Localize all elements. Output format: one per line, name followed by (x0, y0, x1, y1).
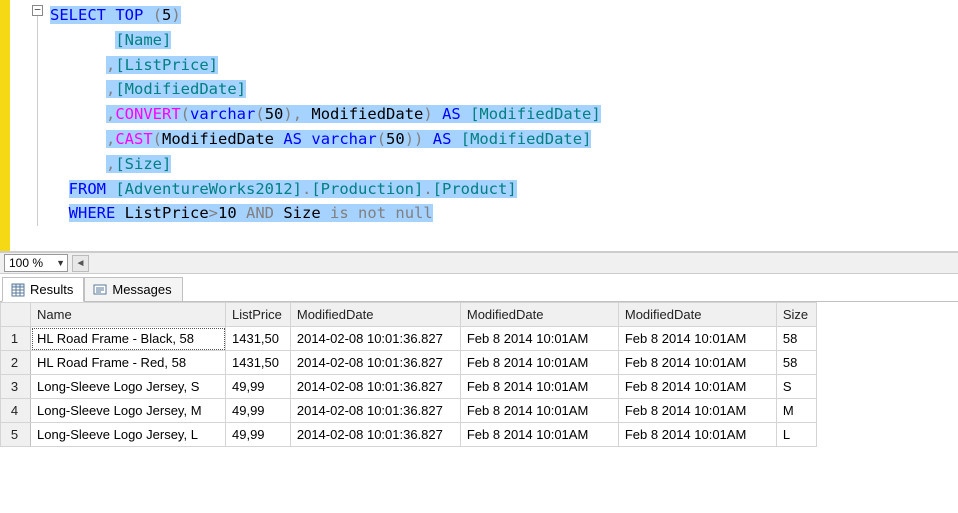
column-header[interactable]: ListPrice (226, 303, 291, 327)
cell[interactable]: S (776, 375, 816, 399)
cell[interactable]: Feb 8 2014 10:01AM (460, 399, 618, 423)
zoom-status-bar: 100 % ▼ ◄ (0, 252, 958, 274)
column-header[interactable]: ModifiedDate (460, 303, 618, 327)
cell[interactable]: Feb 8 2014 10:01AM (618, 351, 776, 375)
cell[interactable]: 1431,50 (226, 327, 291, 351)
column-header[interactable]: Name (31, 303, 226, 327)
cell[interactable]: 2014-02-08 10:01:36.827 (290, 375, 460, 399)
code-line[interactable]: [Name] (50, 28, 958, 53)
code-line[interactable]: SELECT TOP (5) (50, 3, 958, 28)
column-header[interactable]: ModifiedDate (290, 303, 460, 327)
tab-messages[interactable]: Messages (84, 277, 182, 301)
row-selector-header[interactable] (1, 303, 31, 327)
chevron-down-icon: ▼ (56, 258, 65, 268)
scroll-left-icon[interactable]: ◄ (72, 255, 89, 272)
column-header[interactable]: Size (776, 303, 816, 327)
cell[interactable]: Feb 8 2014 10:01AM (460, 327, 618, 351)
cell[interactable]: Long-Sleeve Logo Jersey, L (31, 423, 226, 447)
code-line[interactable]: ,CONVERT(varchar(50), ModifiedDate) AS [… (50, 102, 958, 127)
grid-icon (11, 283, 25, 297)
sql-editor-pane: − SELECT TOP (5) [Name] ,[ListPrice] ,[M… (0, 0, 958, 252)
cell[interactable]: M (776, 399, 816, 423)
change-marker-bar (0, 0, 10, 251)
cell[interactable]: 49,99 (226, 399, 291, 423)
column-header[interactable]: ModifiedDate (618, 303, 776, 327)
cell[interactable]: 2014-02-08 10:01:36.827 (290, 351, 460, 375)
code-line[interactable]: WHERE ListPrice>10 AND Size is not null (50, 201, 958, 226)
row-number[interactable]: 5 (1, 423, 31, 447)
fold-toggle-icon[interactable]: − (32, 5, 43, 16)
row-number[interactable]: 3 (1, 375, 31, 399)
table-row[interactable]: 3Long-Sleeve Logo Jersey, S49,992014-02-… (1, 375, 817, 399)
tab-results-label: Results (30, 282, 73, 297)
cell[interactable]: Feb 8 2014 10:01AM (618, 399, 776, 423)
messages-icon (93, 283, 107, 297)
table-row[interactable]: 1HL Road Frame - Black, 581431,502014-02… (1, 327, 817, 351)
results-grid[interactable]: NameListPriceModifiedDateModifiedDateMod… (0, 302, 817, 447)
cell[interactable]: Feb 8 2014 10:01AM (460, 375, 618, 399)
table-row[interactable]: 2HL Road Frame - Red, 581431,502014-02-0… (1, 351, 817, 375)
cell[interactable]: HL Road Frame - Black, 58 (31, 327, 226, 351)
cell[interactable]: Feb 8 2014 10:01AM (618, 423, 776, 447)
cell[interactable]: Feb 8 2014 10:01AM (460, 351, 618, 375)
cell[interactable]: Feb 8 2014 10:01AM (618, 327, 776, 351)
cell[interactable]: 2014-02-08 10:01:36.827 (290, 399, 460, 423)
cell[interactable]: 2014-02-08 10:01:36.827 (290, 327, 460, 351)
row-number[interactable]: 1 (1, 327, 31, 351)
cell[interactable]: 58 (776, 327, 816, 351)
row-number[interactable]: 4 (1, 399, 31, 423)
fold-guide-line (37, 16, 38, 226)
cell[interactable]: HL Road Frame - Red, 58 (31, 351, 226, 375)
cell[interactable]: L (776, 423, 816, 447)
tab-results[interactable]: Results (2, 277, 84, 302)
table-row[interactable]: 4Long-Sleeve Logo Jersey, M49,992014-02-… (1, 399, 817, 423)
results-pane: NameListPriceModifiedDateModifiedDateMod… (0, 302, 958, 510)
cell[interactable]: Feb 8 2014 10:01AM (618, 375, 776, 399)
cell[interactable]: 49,99 (226, 423, 291, 447)
cell[interactable]: 58 (776, 351, 816, 375)
cell[interactable]: 1431,50 (226, 351, 291, 375)
cell[interactable]: 49,99 (226, 375, 291, 399)
cell[interactable]: 2014-02-08 10:01:36.827 (290, 423, 460, 447)
cell[interactable]: Long-Sleeve Logo Jersey, S (31, 375, 226, 399)
fold-gutter: − (16, 0, 46, 251)
code-line[interactable]: FROM [AdventureWorks2012].[Production].[… (50, 177, 958, 202)
code-line[interactable]: ,[Size] (50, 152, 958, 177)
zoom-value: 100 % (9, 256, 43, 270)
cell[interactable]: Long-Sleeve Logo Jersey, M (31, 399, 226, 423)
row-number[interactable]: 2 (1, 351, 31, 375)
code-line[interactable]: ,[ModifiedDate] (50, 77, 958, 102)
tab-messages-label: Messages (112, 282, 171, 297)
code-line[interactable]: ,[ListPrice] (50, 53, 958, 78)
code-line[interactable]: ,CAST(ModifiedDate AS varchar(50)) AS [M… (50, 127, 958, 152)
results-tabs-bar: Results Messages (0, 274, 958, 302)
table-row[interactable]: 5Long-Sleeve Logo Jersey, L49,992014-02-… (1, 423, 817, 447)
cell[interactable]: Feb 8 2014 10:01AM (460, 423, 618, 447)
zoom-select[interactable]: 100 % ▼ (4, 254, 68, 272)
code-text-area[interactable]: SELECT TOP (5) [Name] ,[ListPrice] ,[Mod… (46, 0, 958, 251)
